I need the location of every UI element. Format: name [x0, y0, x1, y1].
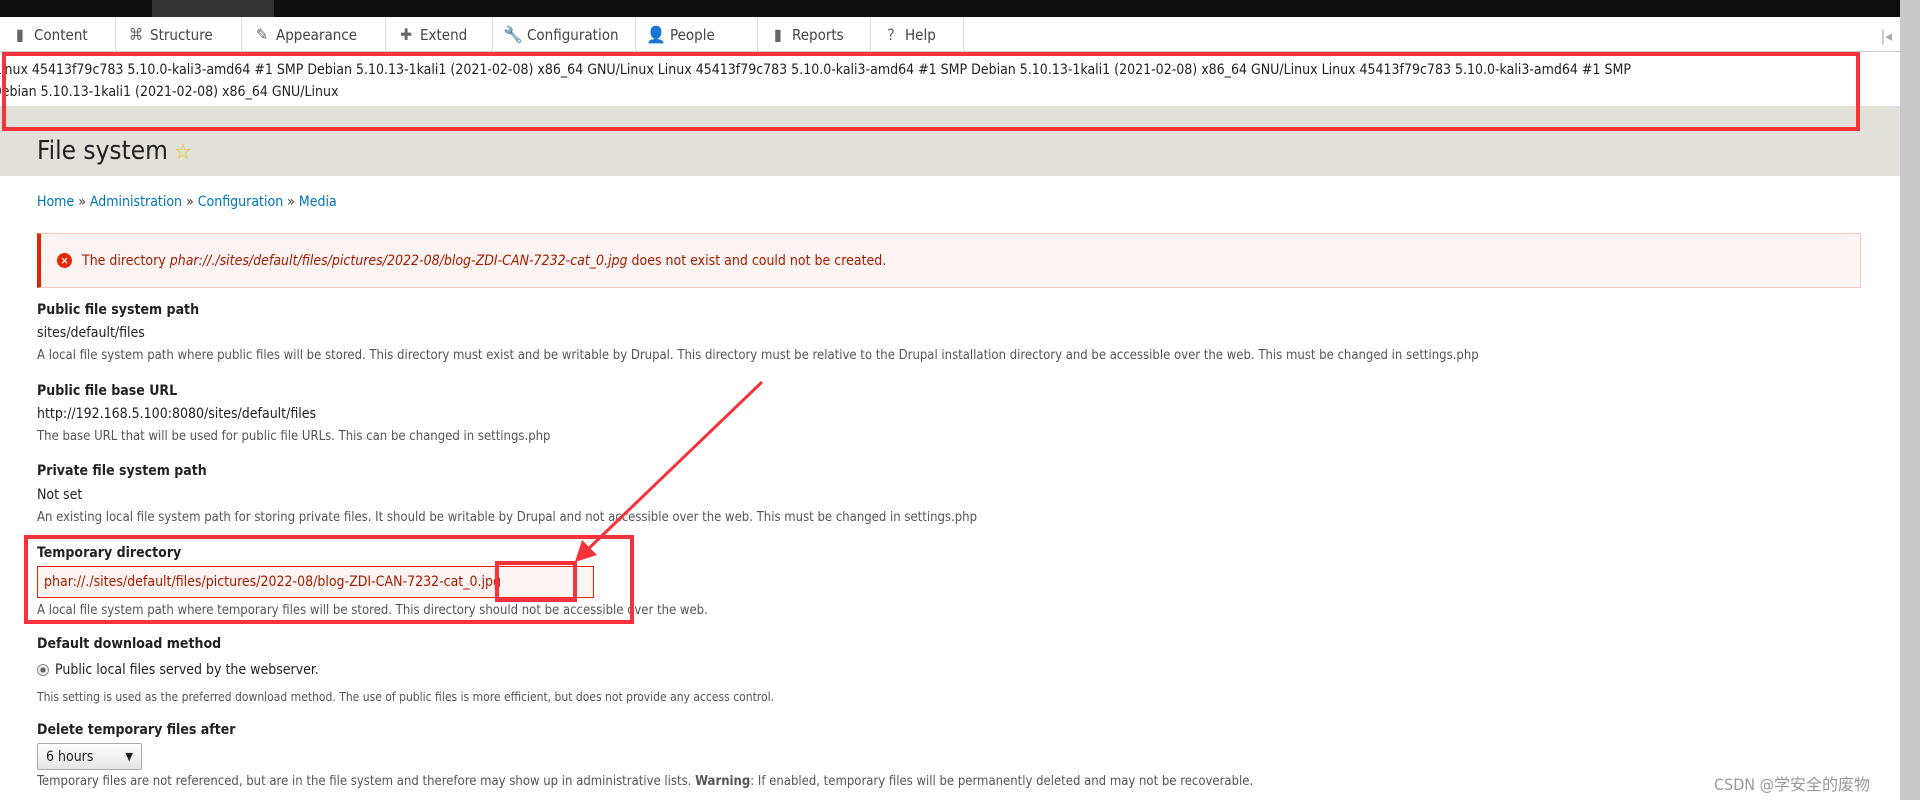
watermark: CSDN @学安全的废物: [1714, 775, 1871, 794]
annotation-arrow: [575, 380, 764, 562]
